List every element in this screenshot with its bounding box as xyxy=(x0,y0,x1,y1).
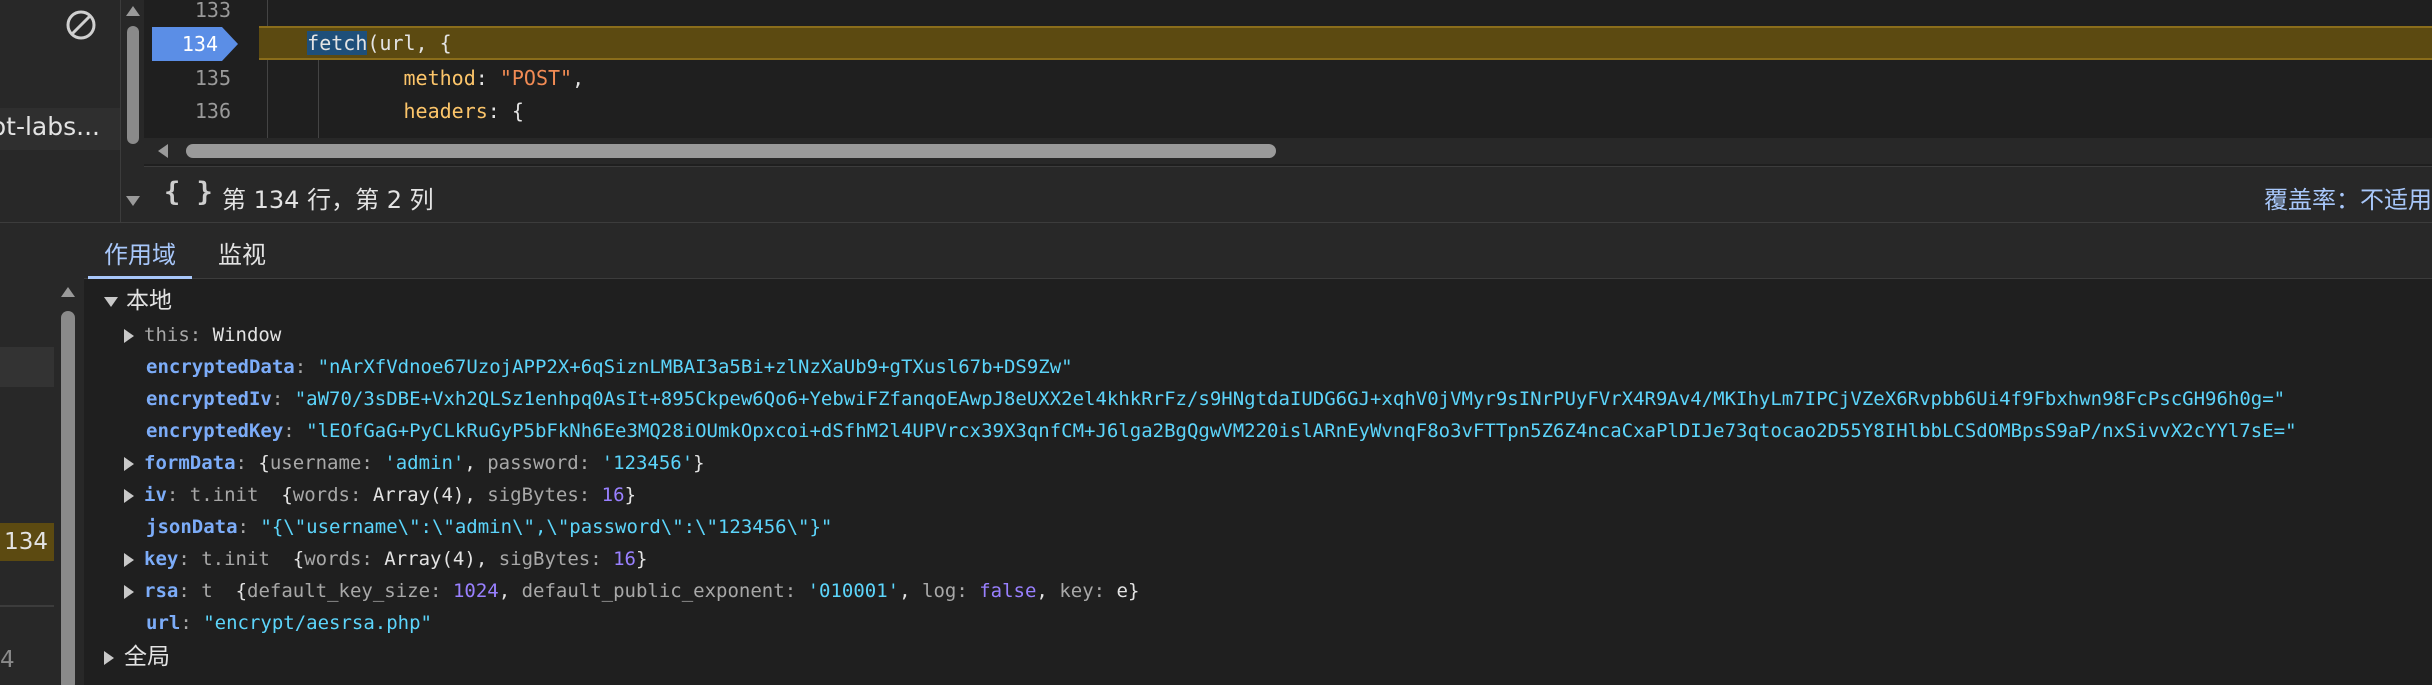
scroll-down-arrow-icon[interactable] xyxy=(126,196,140,206)
call-stack-row[interactable] xyxy=(0,347,54,387)
paused-code-line[interactable]: fetch(url, { xyxy=(259,26,2432,60)
tab-watch[interactable]: 监视 xyxy=(218,235,266,270)
code-editor[interactable]: 133 134 135 136 fetch(url, { method: "PO… xyxy=(144,0,2432,166)
code-line[interactable]: headers: { xyxy=(259,94,2432,128)
variable-name: rsa xyxy=(144,580,179,602)
scope-section-global[interactable]: 全局 xyxy=(104,641,170,673)
file-navigator-panel: pt-labs... xyxy=(0,0,120,222)
scope-variable-encryptedkey[interactable]: encryptedKey: "lEOfGaG+PyCLkRuGyP5bFkNh6… xyxy=(146,415,2297,447)
collapse-arrow-icon[interactable] xyxy=(104,650,114,665)
variable-value: "lEOfGaG+PyCLkRuGyP5bFkNh6Ee3MQ28iOUmkOp… xyxy=(306,420,2297,442)
variable-name: encryptedKey xyxy=(146,420,284,442)
scope-section-label: 全局 xyxy=(124,644,170,670)
scope-variable-this[interactable]: this: Window xyxy=(124,319,281,351)
variable-name: this xyxy=(144,324,190,346)
scope-section-label: 本地 xyxy=(126,288,172,314)
deactivate-breakpoints-icon[interactable] xyxy=(62,6,100,44)
call-stack-frame-line[interactable]: 134 xyxy=(0,523,54,561)
variable-name: encryptedIv xyxy=(146,388,272,410)
line-number[interactable]: 136 xyxy=(144,94,231,128)
collapse-arrow-icon[interactable] xyxy=(124,488,134,503)
file-tree-item-label: pt-labs... xyxy=(0,112,100,141)
expand-arrow-icon[interactable] xyxy=(104,296,118,307)
scrollbar-thumb[interactable] xyxy=(186,144,1276,158)
scope-variable-rsa[interactable]: rsa: t {default_key_size: 1024, default_… xyxy=(124,575,1139,607)
sidebar-tabs: 作用域 监视 xyxy=(84,223,2432,279)
cursor-position: 第 134 行，第 2 列 xyxy=(222,186,434,214)
line-number[interactable]: 133 xyxy=(144,0,231,27)
scope-variable-jsondata[interactable]: jsonData: "{\"username\":\"admin\",\"pas… xyxy=(146,511,832,543)
scope-variable-iv[interactable]: iv: t.init {words: Array(4), sigBytes: 1… xyxy=(124,479,636,511)
collapse-arrow-icon[interactable] xyxy=(124,552,134,567)
tab-scope[interactable]: 作用域 xyxy=(88,235,192,279)
editor-status-bar: { } 第 134 行，第 2 列 覆盖率：不适用 xyxy=(144,166,2432,222)
call-stack-scrollbar[interactable] xyxy=(58,279,78,685)
code-line[interactable]: method: "POST", xyxy=(259,61,2432,95)
variable-name: encryptedData xyxy=(146,356,295,378)
call-stack-frame-line[interactable]: 4 xyxy=(0,647,15,673)
line-number[interactable]: 135 xyxy=(144,61,231,95)
code-token: : xyxy=(475,66,500,90)
variable-name: url xyxy=(146,612,181,634)
editor-horizontal-scrollbar[interactable] xyxy=(144,138,2432,164)
collapse-arrow-icon[interactable] xyxy=(124,456,134,471)
code-token-function: fetch xyxy=(307,31,368,55)
variable-name: jsonData xyxy=(146,516,238,538)
scrollbar-thumb[interactable] xyxy=(127,26,139,144)
scroll-up-arrow-icon[interactable] xyxy=(61,287,75,297)
variable-name: iv xyxy=(144,484,167,506)
line-number-breakpoint[interactable]: 134 xyxy=(152,27,238,61)
scope-variable-key[interactable]: key: t.init {words: Array(4), sigBytes: … xyxy=(124,543,647,575)
variable-name: formData xyxy=(144,452,236,474)
scope-section-local[interactable]: 本地 xyxy=(104,285,172,317)
scroll-up-arrow-icon[interactable] xyxy=(126,6,140,16)
coverage-status[interactable]: 覆盖率：不适用 xyxy=(2264,180,2432,215)
variable-value: "encrypt/aesrsa.php" xyxy=(203,612,432,634)
scope-panel: 作用域 监视 本地 this: Window encryptedData: "n… xyxy=(84,222,2432,685)
code-token: , xyxy=(572,66,585,90)
scope-variable-url[interactable]: url: "encrypt/aesrsa.php" xyxy=(146,607,432,639)
scope-variable-encrypteddata[interactable]: encryptedData: "nArXfVdnoe67UzojAPP2X+6q… xyxy=(146,351,1073,383)
variable-value: "{\"username\":\"admin\",\"password\":\"… xyxy=(260,516,833,538)
code-token: { xyxy=(511,99,524,123)
scope-variable-encryptediv[interactable]: encryptedIv: "aW70/3sDBE+Vxh2QLSz1enhpq0… xyxy=(146,383,2285,415)
divider xyxy=(0,605,54,607)
code-token: (url, { xyxy=(367,31,452,55)
collapse-arrow-icon[interactable] xyxy=(124,584,134,599)
code-token: : xyxy=(487,99,512,123)
variable-value: "aW70/3sDBE+Vxh2QLSz1enhpq0AsIt+895Ckpew… xyxy=(294,388,2286,410)
call-stack-panel: 134 4 xyxy=(0,222,84,685)
pretty-print-icon[interactable]: { } xyxy=(164,177,213,208)
code-token-property: headers xyxy=(403,99,488,123)
variable-value: "nArXfVdnoe67UzojAPP2X+6qSiznLMBAI3a5Bi+… xyxy=(317,356,1073,378)
code-token-string: "POST" xyxy=(499,66,573,90)
variable-name: key xyxy=(144,548,179,570)
variable-value: Window xyxy=(212,324,282,346)
scope-variable-formdata[interactable]: formData: {username: 'admin', password: … xyxy=(124,447,705,479)
collapse-arrow-icon[interactable] xyxy=(124,328,134,343)
code-token-property: method xyxy=(403,66,476,90)
scrollbar-thumb[interactable] xyxy=(61,311,75,685)
navigator-scrollbar[interactable] xyxy=(120,0,144,222)
scroll-left-arrow-icon[interactable] xyxy=(158,144,168,158)
